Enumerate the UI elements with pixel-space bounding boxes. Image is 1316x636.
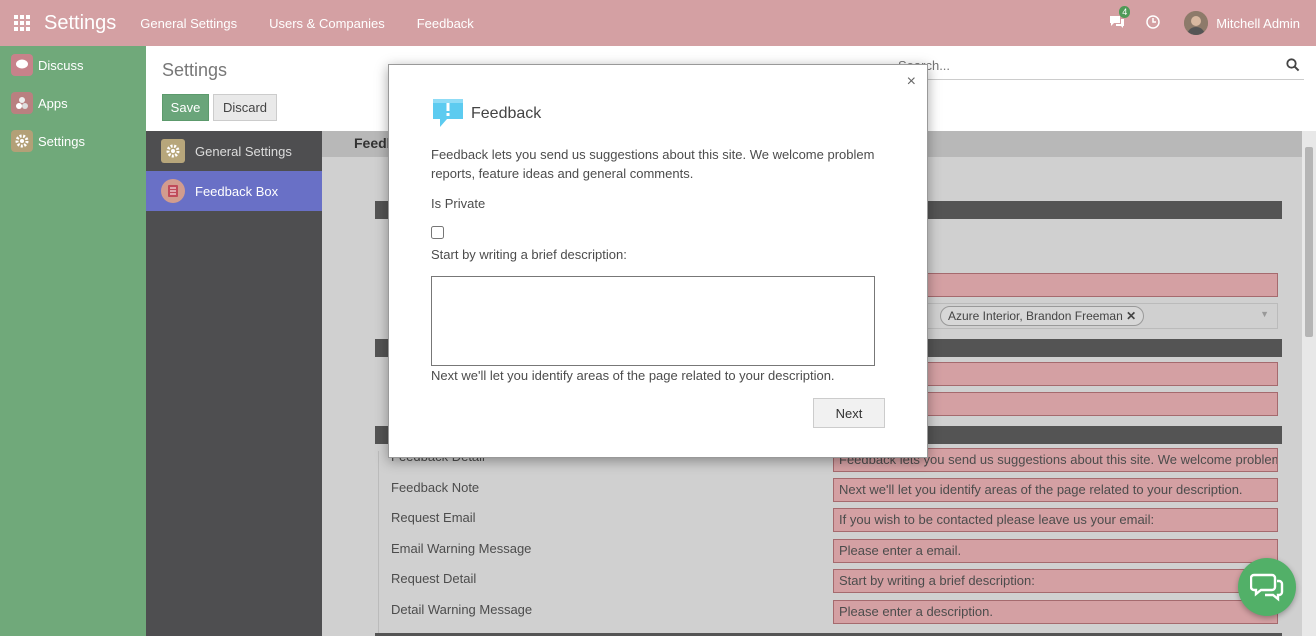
discard-button[interactable]: Discard <box>213 94 277 121</box>
settings-tab-label: General Settings <box>195 143 292 159</box>
chat-bubbles-icon <box>1250 573 1284 602</box>
tag-label: Azure Interior, Brandon Freeman <box>948 309 1123 323</box>
next-button[interactable]: Next <box>813 398 885 428</box>
app-label: Discuss <box>38 57 84 73</box>
app-discuss[interactable]: Discuss <box>0 46 146 84</box>
save-button[interactable]: Save <box>162 94 209 121</box>
menu-feedback[interactable]: Feedback <box>417 16 474 31</box>
settings-tab-label: Feedback Box <box>195 183 279 199</box>
top-navbar: Settings General Settings Users & Compan… <box>0 0 1316 46</box>
app-label: Apps <box>38 95 68 111</box>
row-label: Detail Warning Message <box>391 602 533 617</box>
activity-clock-icon[interactable] <box>1146 15 1162 31</box>
dialog-note-text: Next we'll let you identify areas of the… <box>431 368 835 383</box>
app-label: Settings <box>38 133 85 149</box>
menu-general-settings[interactable]: General Settings <box>140 16 237 31</box>
dialog-title: Feedback <box>471 104 542 122</box>
feedback-box-icon <box>161 179 185 203</box>
settings-icon <box>11 130 33 152</box>
content-scrollbar[interactable] <box>1302 131 1316 636</box>
feedback-dialog: × Feedback Feedback lets you send us sug… <box>388 64 928 458</box>
row-value[interactable]: Please enter a email. <box>833 539 1278 563</box>
row-label: Feedback Note <box>391 480 480 495</box>
search-icon[interactable] <box>1286 58 1302 74</box>
tag-azure-interior[interactable]: Azure Interior, Brandon Freeman ✕ <box>940 306 1145 326</box>
description-textarea[interactable] <box>431 276 875 366</box>
dialog-header: Feedback <box>431 95 541 132</box>
chevron-down-icon[interactable]: ▼ <box>1260 309 1269 319</box>
page-title: Settings <box>162 60 228 80</box>
remove-tag-icon[interactable]: ✕ <box>1126 309 1136 323</box>
row-label: Email Warning Message <box>391 541 532 556</box>
live-chat-button[interactable] <box>1238 558 1296 616</box>
user-name[interactable]: Mitchell Admin <box>1216 16 1300 31</box>
row-value[interactable]: Next we'll let you identify areas of the… <box>833 478 1278 502</box>
gear-icon <box>161 139 185 163</box>
message-count-badge: 4 <box>1119 6 1131 18</box>
settings-sidebar: General Settings Feedback Box <box>146 131 322 636</box>
dialog-intro-text: Feedback lets you send us suggestions ab… <box>431 147 875 181</box>
settings-tab-general[interactable]: General Settings <box>146 131 322 171</box>
description-label: Start by writing a brief description: <box>431 247 627 262</box>
menu-users-companies[interactable]: Users & Companies <box>269 16 385 31</box>
row-value[interactable]: If you wish to be contacted please leave… <box>833 508 1278 532</box>
app-apps[interactable]: Apps <box>0 84 146 122</box>
row-value[interactable]: Please enter a description. <box>833 600 1278 624</box>
search-input[interactable] <box>898 54 1278 73</box>
is-private-checkbox[interactable] <box>431 226 444 239</box>
app-settings[interactable]: Settings <box>0 122 146 160</box>
row-label: Request Email <box>391 510 476 525</box>
app-sidebar: Discuss Apps Settings <box>0 46 146 636</box>
close-icon[interactable]: × <box>907 73 916 91</box>
row-value[interactable]: Start by writing a brief description: <box>833 569 1278 593</box>
messages-icon[interactable]: 4 <box>1108 6 1131 33</box>
app-grid-icon[interactable] <box>0 0 44 46</box>
apps-icon <box>11 92 33 114</box>
scroll-thumb[interactable] <box>1305 147 1313 337</box>
feedback-bubble-icon <box>431 95 465 132</box>
brand-title: Settings <box>44 11 117 34</box>
row-label: Request Detail <box>391 571 477 586</box>
search-bar <box>898 54 1304 80</box>
discuss-icon <box>11 54 33 76</box>
settings-tab-feedback-box[interactable]: Feedback Box <box>146 171 322 211</box>
is-private-label: Is Private <box>431 196 486 211</box>
user-avatar[interactable] <box>1184 11 1209 35</box>
